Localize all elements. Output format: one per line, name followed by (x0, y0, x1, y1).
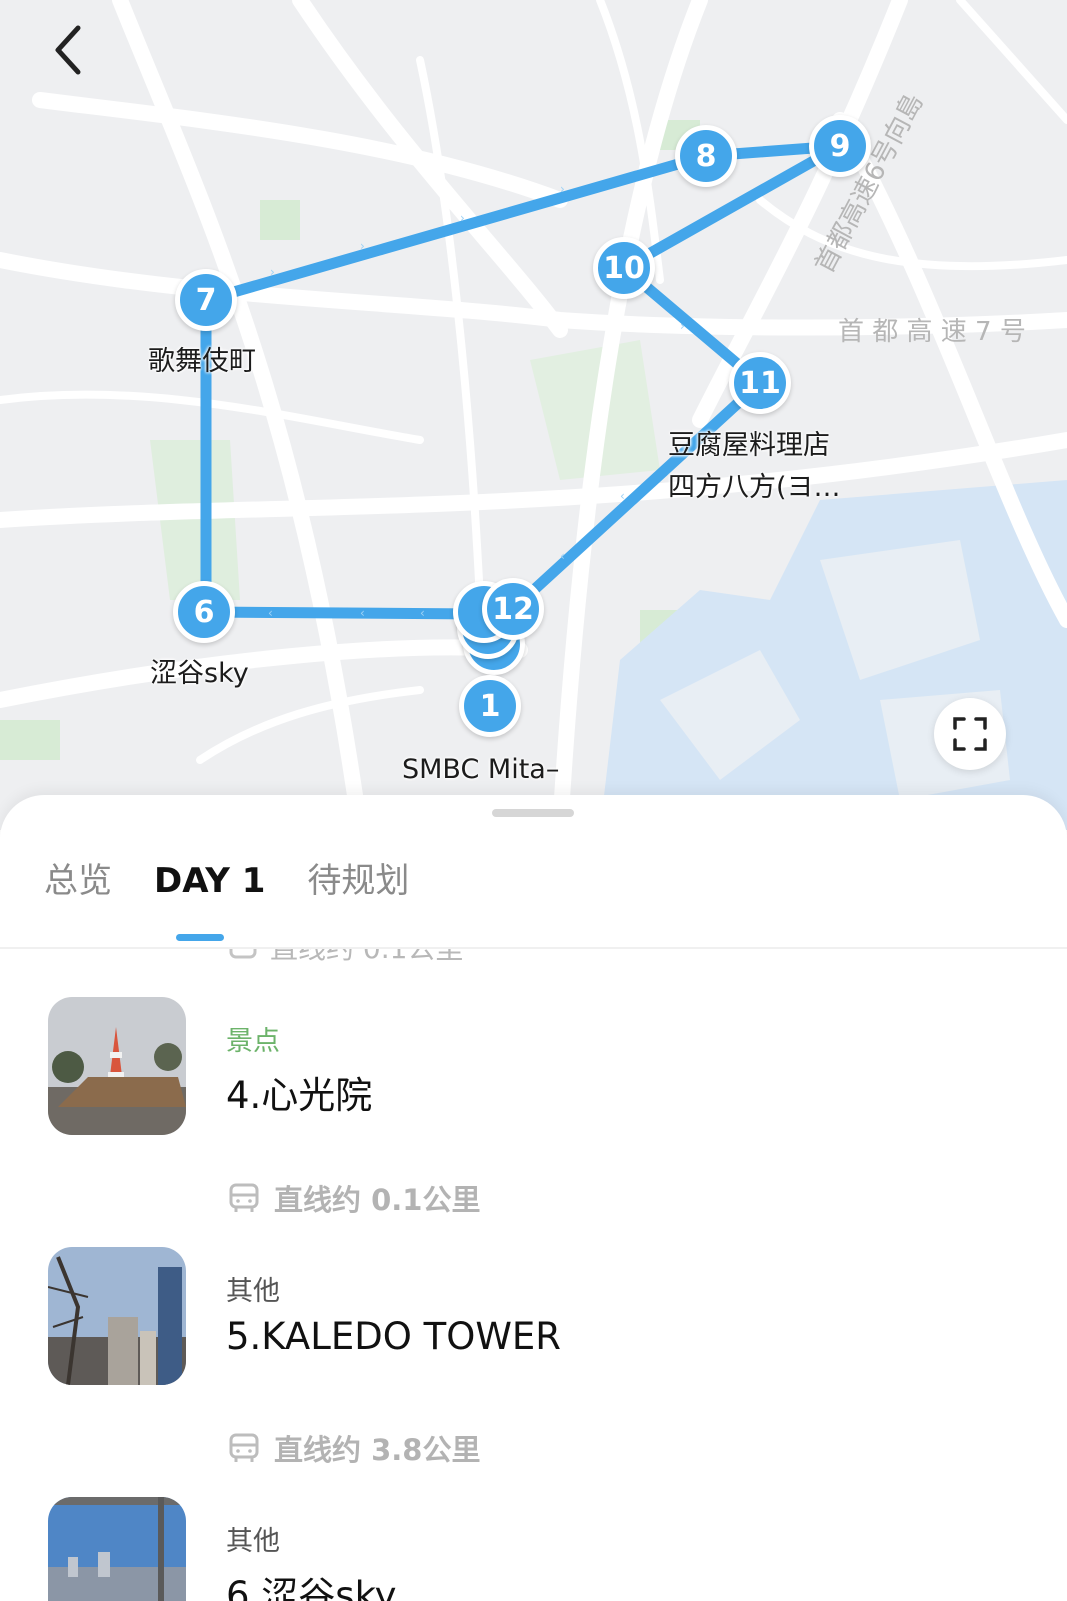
distance-row: 直线约 0.1公里 (228, 1177, 480, 1219)
place-thumbnail (48, 1247, 186, 1385)
svg-text:›: › (270, 265, 275, 279)
map-pin-11[interactable]: 11 (729, 352, 791, 414)
list-item[interactable]: 其他 6.涩谷sky (48, 1497, 1008, 1601)
place-label-shibuya-sky: 涩谷sky (150, 658, 249, 689)
place-label-tofu-line2: 四方八方(ヨ… (668, 472, 841, 503)
highway-label-7: 首 都 高 速 7 号 (838, 317, 1026, 347)
tab-unplanned[interactable]: 待规划 (307, 841, 409, 931)
svg-text:›: › (560, 182, 565, 196)
svg-text:›: › (680, 319, 685, 333)
bus-icon (229, 949, 257, 959)
svg-text:‹: ‹ (360, 606, 365, 620)
svg-text:‹: ‹ (268, 606, 273, 620)
active-tab-indicator (176, 934, 224, 941)
map-pin-10[interactable]: 10 (593, 237, 655, 299)
map-background: ›››› ‹ ‹ ‹ ›‹‹ 首 都 高 速 7 号 首都高速6号向島 (0, 0, 1067, 830)
map-pin-12[interactable]: 12 (482, 578, 544, 640)
place-title: 5.KALEDO TOWER (226, 1315, 561, 1358)
place-category: 景点 (226, 1026, 280, 1057)
fullscreen-button[interactable] (934, 698, 1006, 770)
place-category: 其他 (226, 1276, 280, 1307)
map-pin-6[interactable]: 6 (173, 581, 235, 643)
place-title: 6.涩谷sky (226, 1574, 397, 1601)
place-thumbnail (48, 997, 186, 1135)
place-thumbnail (48, 1497, 186, 1601)
svg-text:‹: ‹ (560, 549, 565, 563)
list-item[interactable]: 其他 5.KALEDO TOWER (48, 1247, 1008, 1387)
bus-icon (229, 1433, 259, 1462)
chevron-left-icon (55, 25, 81, 75)
tab-overview[interactable]: 总览 (44, 841, 112, 931)
distance-text: 直线约 3.8公里 (274, 1433, 481, 1467)
tab-day-1[interactable]: DAY 1 (154, 841, 266, 941)
svg-text:›: › (460, 211, 465, 225)
distance-row-partial: 直线约 0.1公里 (228, 949, 463, 967)
back-button[interactable] (40, 22, 96, 78)
route-map[interactable]: › › › › ‹ ‹ ‹ › ‹ ‹ 首 都 高 速 7 号 首都高速6号向島 1 12 6… (0, 0, 1067, 830)
map-pin-9[interactable]: 9 (809, 115, 871, 177)
place-title: 4.心光院 (226, 1074, 373, 1117)
svg-text:›: › (360, 239, 365, 253)
fullscreen-icon (953, 717, 987, 751)
day-tabs: 总览 DAY 1 待规划 (44, 841, 451, 941)
map-pin-8[interactable]: 8 (675, 125, 737, 187)
bus-icon (229, 1183, 259, 1212)
place-label-tofu-line1: 豆腐屋料理店 (668, 430, 830, 461)
itinerary-list[interactable]: 直线约 0.1公里 景点 4.心光院 (0, 949, 1067, 1601)
place-label-kabukicho: 歌舞伎町 (148, 346, 256, 377)
svg-text:‹: ‹ (420, 606, 425, 620)
place-label-smbc: SMBC Mita– (402, 754, 560, 785)
map-pin-7[interactable]: 7 (175, 269, 237, 331)
distance-text: 直线约 0.1公里 (274, 1183, 481, 1217)
map-pin-1[interactable]: 1 (459, 675, 521, 737)
list-item[interactable]: 景点 4.心光院 (48, 997, 1008, 1137)
sheet-drag-handle[interactable] (492, 809, 574, 817)
svg-text:‹: ‹ (620, 489, 625, 503)
place-category: 其他 (226, 1526, 280, 1557)
distance-text: 直线约 0.1公里 (270, 949, 463, 967)
tab-day-1-label: DAY 1 (154, 861, 266, 901)
itinerary-sheet: 总览 DAY 1 待规划 直线约 0.1公里 (0, 795, 1067, 1601)
distance-row: 直线约 3.8公里 (228, 1427, 480, 1469)
